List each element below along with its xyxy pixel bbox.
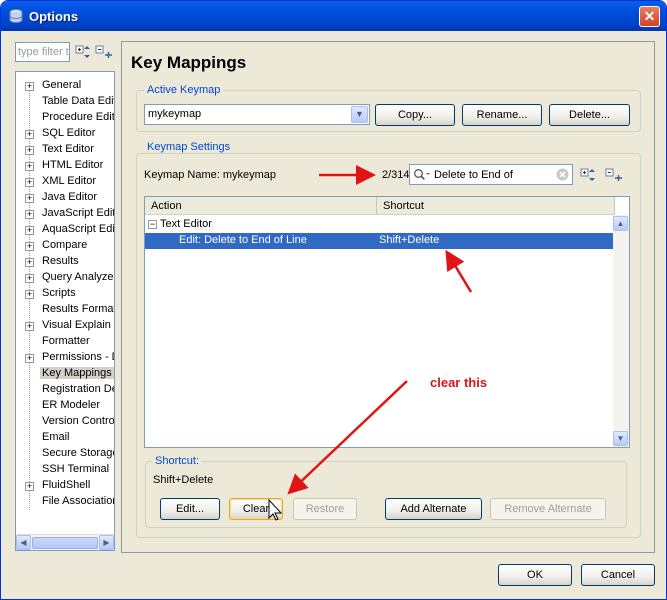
keymap-settings-label: Keymap Settings bbox=[144, 141, 234, 153]
table-row[interactable]: − Text Editor bbox=[145, 217, 613, 233]
sidebar-item-label: SSH Terminal bbox=[42, 463, 110, 475]
database-icon bbox=[9, 9, 23, 24]
keymap-name-text: Keymap Name: mykeymap bbox=[144, 169, 277, 181]
expand-icon[interactable]: + bbox=[25, 130, 34, 139]
sidebar-item-label: Visual Explain bbox=[42, 319, 111, 331]
sidebar-item-label: Results bbox=[42, 255, 79, 267]
sidebar-item-label: ER Modeler bbox=[42, 399, 101, 411]
expand-icon[interactable]: + bbox=[25, 146, 34, 155]
filter-input[interactable]: type filter text bbox=[15, 42, 70, 62]
keymap-table[interactable]: Action Shortcut − Text Editor Edit: Dele… bbox=[144, 196, 630, 448]
search-input[interactable]: Delete to End of bbox=[409, 164, 573, 185]
options-window: Options ✕ type filter text ◀ ▶ + General T… bbox=[0, 0, 667, 600]
sidebar-item-label: Scripts bbox=[42, 287, 76, 299]
scroll-down-icon[interactable]: ▼ bbox=[613, 431, 628, 446]
scroll-up-icon[interactable]: ▲ bbox=[613, 216, 628, 231]
sidebar-item-label: File Associations bbox=[42, 495, 114, 507]
chevron-down-icon[interactable]: ▼ bbox=[351, 106, 368, 123]
scroll-left-icon[interactable]: ◀ bbox=[16, 535, 31, 550]
sidebar-item-label: Formatter bbox=[42, 335, 90, 347]
row-shortcut: Shift+Delete bbox=[379, 234, 440, 246]
delete-button[interactable]: Delete... bbox=[549, 104, 630, 126]
sidebar-item-label: AquaScript Editor bbox=[42, 223, 115, 235]
sidebar-item-label: Permissions - Default bbox=[42, 351, 114, 363]
row-action: Text Editor bbox=[160, 218, 212, 230]
sidebar-item-label: Compare bbox=[42, 239, 88, 251]
row-action: Edit: Delete to End of Line bbox=[179, 234, 307, 246]
expand-icon[interactable]: + bbox=[25, 258, 34, 267]
sidebar-item-label: HTML Editor bbox=[42, 159, 104, 171]
title-bar[interactable]: Options ✕ bbox=[1, 1, 666, 31]
close-button[interactable]: ✕ bbox=[639, 6, 660, 27]
scroll-right-icon[interactable]: ▶ bbox=[99, 535, 114, 550]
collapse-icon[interactable]: − bbox=[148, 220, 157, 229]
sidebar-item-label: General bbox=[42, 79, 82, 91]
sidebar-item-label: Secure Storage bbox=[42, 447, 115, 459]
rename-button[interactable]: Rename... bbox=[462, 104, 542, 126]
cancel-button[interactable]: Cancel bbox=[581, 564, 655, 586]
sidebar-item-label: Registration Defaults bbox=[42, 383, 114, 395]
keymap-select[interactable]: mykeymap ▼ bbox=[144, 104, 370, 125]
vertical-scrollbar[interactable]: ▲ ▼ bbox=[613, 215, 629, 447]
page-title: Key Mappings bbox=[131, 53, 247, 72]
column-header-action[interactable]: Action bbox=[145, 197, 377, 215]
sidebar-item-label: Version Control bbox=[42, 415, 115, 427]
search-icon[interactable] bbox=[413, 168, 431, 182]
shortcut-value: Shift+Delete bbox=[153, 474, 214, 486]
expand-icon[interactable]: + bbox=[25, 82, 34, 91]
expand-icon[interactable]: + bbox=[25, 194, 34, 203]
expand-all-icon[interactable] bbox=[75, 43, 93, 61]
sidebar-item-label: Text Editor bbox=[42, 143, 94, 155]
expand-icon[interactable]: + bbox=[25, 242, 34, 251]
collapse-all-icon[interactable] bbox=[95, 43, 113, 61]
expand-icon[interactable]: + bbox=[25, 322, 34, 331]
collapse-all-icon[interactable] bbox=[605, 166, 623, 184]
sidebar-item-label: JavaScript Editor bbox=[42, 207, 114, 219]
sidebar-item-label: XML Editor bbox=[42, 175, 97, 187]
expand-icon[interactable]: + bbox=[25, 210, 34, 219]
clear-button[interactable]: Clear bbox=[229, 498, 283, 520]
match-count: 2/314 bbox=[382, 169, 410, 181]
add-alternate-button[interactable]: Add Alternate bbox=[385, 498, 482, 520]
sidebar-item-label: SQL Editor bbox=[42, 127, 96, 139]
shortcut-label: Shortcut: bbox=[152, 455, 203, 467]
ok-button[interactable]: OK bbox=[498, 564, 572, 586]
annotation-text: clear this bbox=[430, 375, 488, 390]
sidebar-item-label: FluidShell bbox=[42, 479, 91, 491]
sidebar-item-label: Key Mappings bbox=[40, 367, 114, 379]
expand-icon[interactable]: + bbox=[25, 274, 34, 283]
table-row[interactable]: Edit: Delete to End of Line Shift+Delete bbox=[145, 233, 613, 249]
sidebar-item-label: Procedure Editor bbox=[42, 111, 115, 123]
sidebar-item-label: Query Analyzer bbox=[42, 271, 115, 283]
remove-alternate-button[interactable]: Remove Alternate bbox=[490, 498, 606, 520]
sidebar-item-label: Results Format bbox=[42, 303, 115, 315]
restore-button[interactable]: Restore bbox=[293, 498, 357, 520]
expand-icon[interactable]: + bbox=[25, 354, 34, 363]
copy-button[interactable]: Copy... bbox=[375, 104, 455, 126]
expand-icon[interactable]: + bbox=[25, 178, 34, 187]
keymap-select-value: mykeymap bbox=[148, 108, 202, 120]
sidebar-item-label: Java Editor bbox=[42, 191, 98, 203]
active-keymap-label: Active Keymap bbox=[144, 84, 224, 96]
window-title: Options bbox=[29, 9, 79, 24]
scroll-thumb[interactable] bbox=[32, 537, 98, 549]
column-header-shortcut[interactable]: Shortcut bbox=[377, 197, 615, 215]
horizontal-scrollbar[interactable]: ◀ ▶ bbox=[16, 534, 114, 550]
edit-button[interactable]: Edit... bbox=[160, 498, 220, 520]
options-tree[interactable]: ◀ ▶ + General Table Data Editor Procedure E… bbox=[15, 71, 115, 551]
search-value: Delete to End of bbox=[434, 169, 513, 181]
expand-icon[interactable]: + bbox=[25, 290, 34, 299]
expand-icon[interactable]: + bbox=[25, 226, 34, 235]
sidebar-item-label: Email bbox=[42, 431, 70, 443]
expand-all-icon[interactable] bbox=[580, 166, 598, 184]
sidebar-item-label: Table Data Editor bbox=[42, 95, 114, 107]
clear-search-icon[interactable] bbox=[556, 168, 569, 181]
expand-icon[interactable]: + bbox=[25, 482, 34, 491]
expand-icon[interactable]: + bbox=[25, 162, 34, 171]
